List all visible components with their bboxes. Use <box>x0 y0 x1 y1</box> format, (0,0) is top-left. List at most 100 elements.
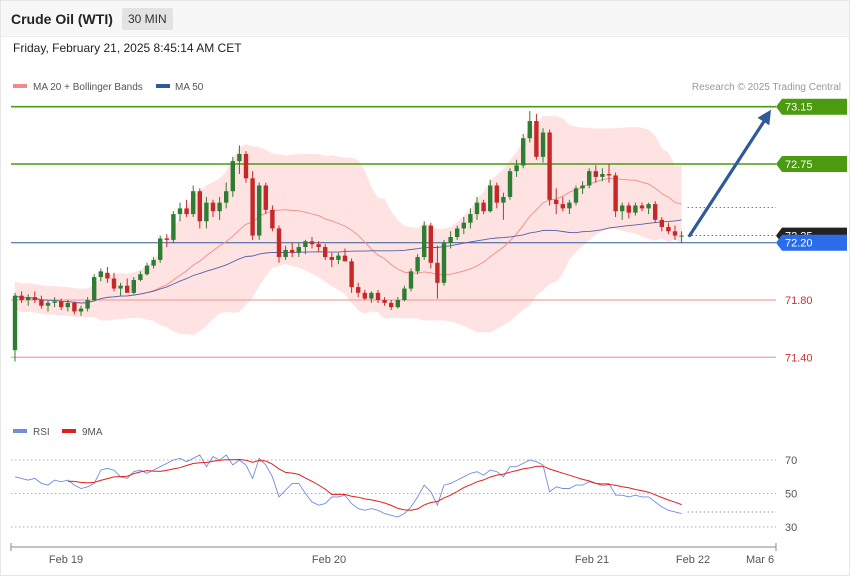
candle-61 <box>408 268 414 292</box>
rsi-legend: RSI 9MA <box>13 427 103 438</box>
rsi-ma-legend-label: 9MA <box>82 427 103 438</box>
ma50-legend-swatch <box>156 84 170 88</box>
candle-1 <box>12 292 18 362</box>
candle-body <box>224 191 229 203</box>
candle-body <box>12 295 18 351</box>
candle-body <box>309 241 315 245</box>
support-label-1-text: 71.80 <box>785 295 813 307</box>
candle-body <box>527 121 532 139</box>
candle-body <box>316 244 321 248</box>
resistance-label-1: 73.15 <box>776 98 847 115</box>
rsi-tick-label-70: 70 <box>785 455 797 467</box>
candle-body <box>111 278 117 289</box>
candle-body <box>85 300 90 309</box>
candle-28 <box>191 185 196 217</box>
candle-body <box>613 175 618 212</box>
candle-body <box>270 209 275 229</box>
candle-body <box>59 301 64 308</box>
projection-arrow-shaft <box>687 115 769 238</box>
candle-88 <box>587 168 592 189</box>
ma50-legend-label: MA 50 <box>175 82 204 93</box>
credit-text: Research © 2025 Trading Central <box>692 82 841 93</box>
price-labels: 73.1572.7572.2572.2071.8071.40 <box>776 98 847 364</box>
candle-body <box>620 205 625 212</box>
ma20-legend-label: MA 20 + Bollinger Bands <box>33 82 143 93</box>
candle-body <box>151 259 156 266</box>
support-label-2: 71.40 <box>785 352 813 364</box>
candle-body <box>587 171 592 186</box>
x-axis-label-3: Feb 21 <box>575 554 609 566</box>
candle-25 <box>171 211 176 243</box>
candle-body <box>39 300 44 306</box>
candle-body <box>336 255 341 260</box>
candle-body <box>474 202 480 215</box>
candle-body <box>184 208 189 215</box>
x-axis-label-1: Feb 19 <box>49 554 83 566</box>
candle-body <box>435 262 440 283</box>
rsi-tick-label-50: 50 <box>785 489 797 501</box>
candle-body <box>296 247 301 253</box>
candle-body <box>441 242 447 283</box>
candle-38 <box>257 182 262 240</box>
candle-body <box>72 302 77 312</box>
rsi-line <box>14 454 682 518</box>
candle-body <box>237 153 242 162</box>
resistance-label-2: 72.75 <box>776 156 847 172</box>
candle-body <box>45 302 51 306</box>
current-price-label: 72.20 <box>776 234 847 251</box>
candle-body <box>131 279 136 293</box>
candle-body <box>666 226 671 232</box>
candle-body <box>408 271 414 289</box>
candle-body <box>389 302 394 308</box>
candle-body <box>32 297 37 300</box>
candle-body <box>382 300 387 303</box>
rsi-legend-label: RSI <box>33 427 50 438</box>
candle-body <box>461 222 466 229</box>
candle-78 <box>521 133 526 169</box>
candle-body <box>26 297 31 300</box>
candle-body <box>672 231 678 236</box>
candle-34 <box>230 156 235 197</box>
ma20-legend-swatch <box>13 84 27 88</box>
candle-body <box>197 191 202 222</box>
candle-body <box>177 208 183 215</box>
candle-body <box>507 171 513 197</box>
candle-body <box>422 225 427 258</box>
candle-body <box>679 235 684 237</box>
current-price-label-text: 72.20 <box>785 238 813 250</box>
rsi-tick-label-30: 30 <box>785 522 797 534</box>
x-axis-label-4: Feb 22 <box>676 554 710 566</box>
candle-39 <box>263 182 268 215</box>
candle-body <box>600 174 605 177</box>
candle-body <box>639 205 645 209</box>
candle-body <box>250 178 255 236</box>
candle-body <box>98 271 103 278</box>
candle-body <box>65 302 70 308</box>
candle-body <box>230 161 235 192</box>
candle-80 <box>534 113 539 160</box>
x-axis-label-5: Mar 6 <box>746 554 774 566</box>
candle-body <box>560 204 565 209</box>
candle-63 <box>422 221 427 260</box>
candle-66 <box>441 239 447 286</box>
candle-79 <box>527 111 532 143</box>
candle-body <box>395 300 400 308</box>
main-legend: MA 20 + Bollinger Bands MA 50 Research ©… <box>13 82 841 93</box>
candle-body <box>171 214 176 240</box>
candle-body <box>580 185 585 189</box>
projection-arrow <box>687 109 771 238</box>
resistance-label-1-text: 73.15 <box>785 102 813 114</box>
candle-37 <box>250 171 255 240</box>
rsi-panel: 70 50 30 <box>11 454 797 534</box>
candle-body <box>144 265 150 275</box>
candle-body <box>573 188 579 203</box>
x-axis: Feb 19 Feb 20 Feb 21 Feb 22 Mar 6 <box>10 543 777 566</box>
candle-body <box>593 171 598 177</box>
candle-body <box>626 205 631 213</box>
candle-body <box>283 249 288 258</box>
candle-body <box>659 219 664 227</box>
candle-86 <box>573 185 579 206</box>
candle-body <box>257 185 262 236</box>
candle-body <box>323 247 328 258</box>
candle-body <box>540 132 546 157</box>
